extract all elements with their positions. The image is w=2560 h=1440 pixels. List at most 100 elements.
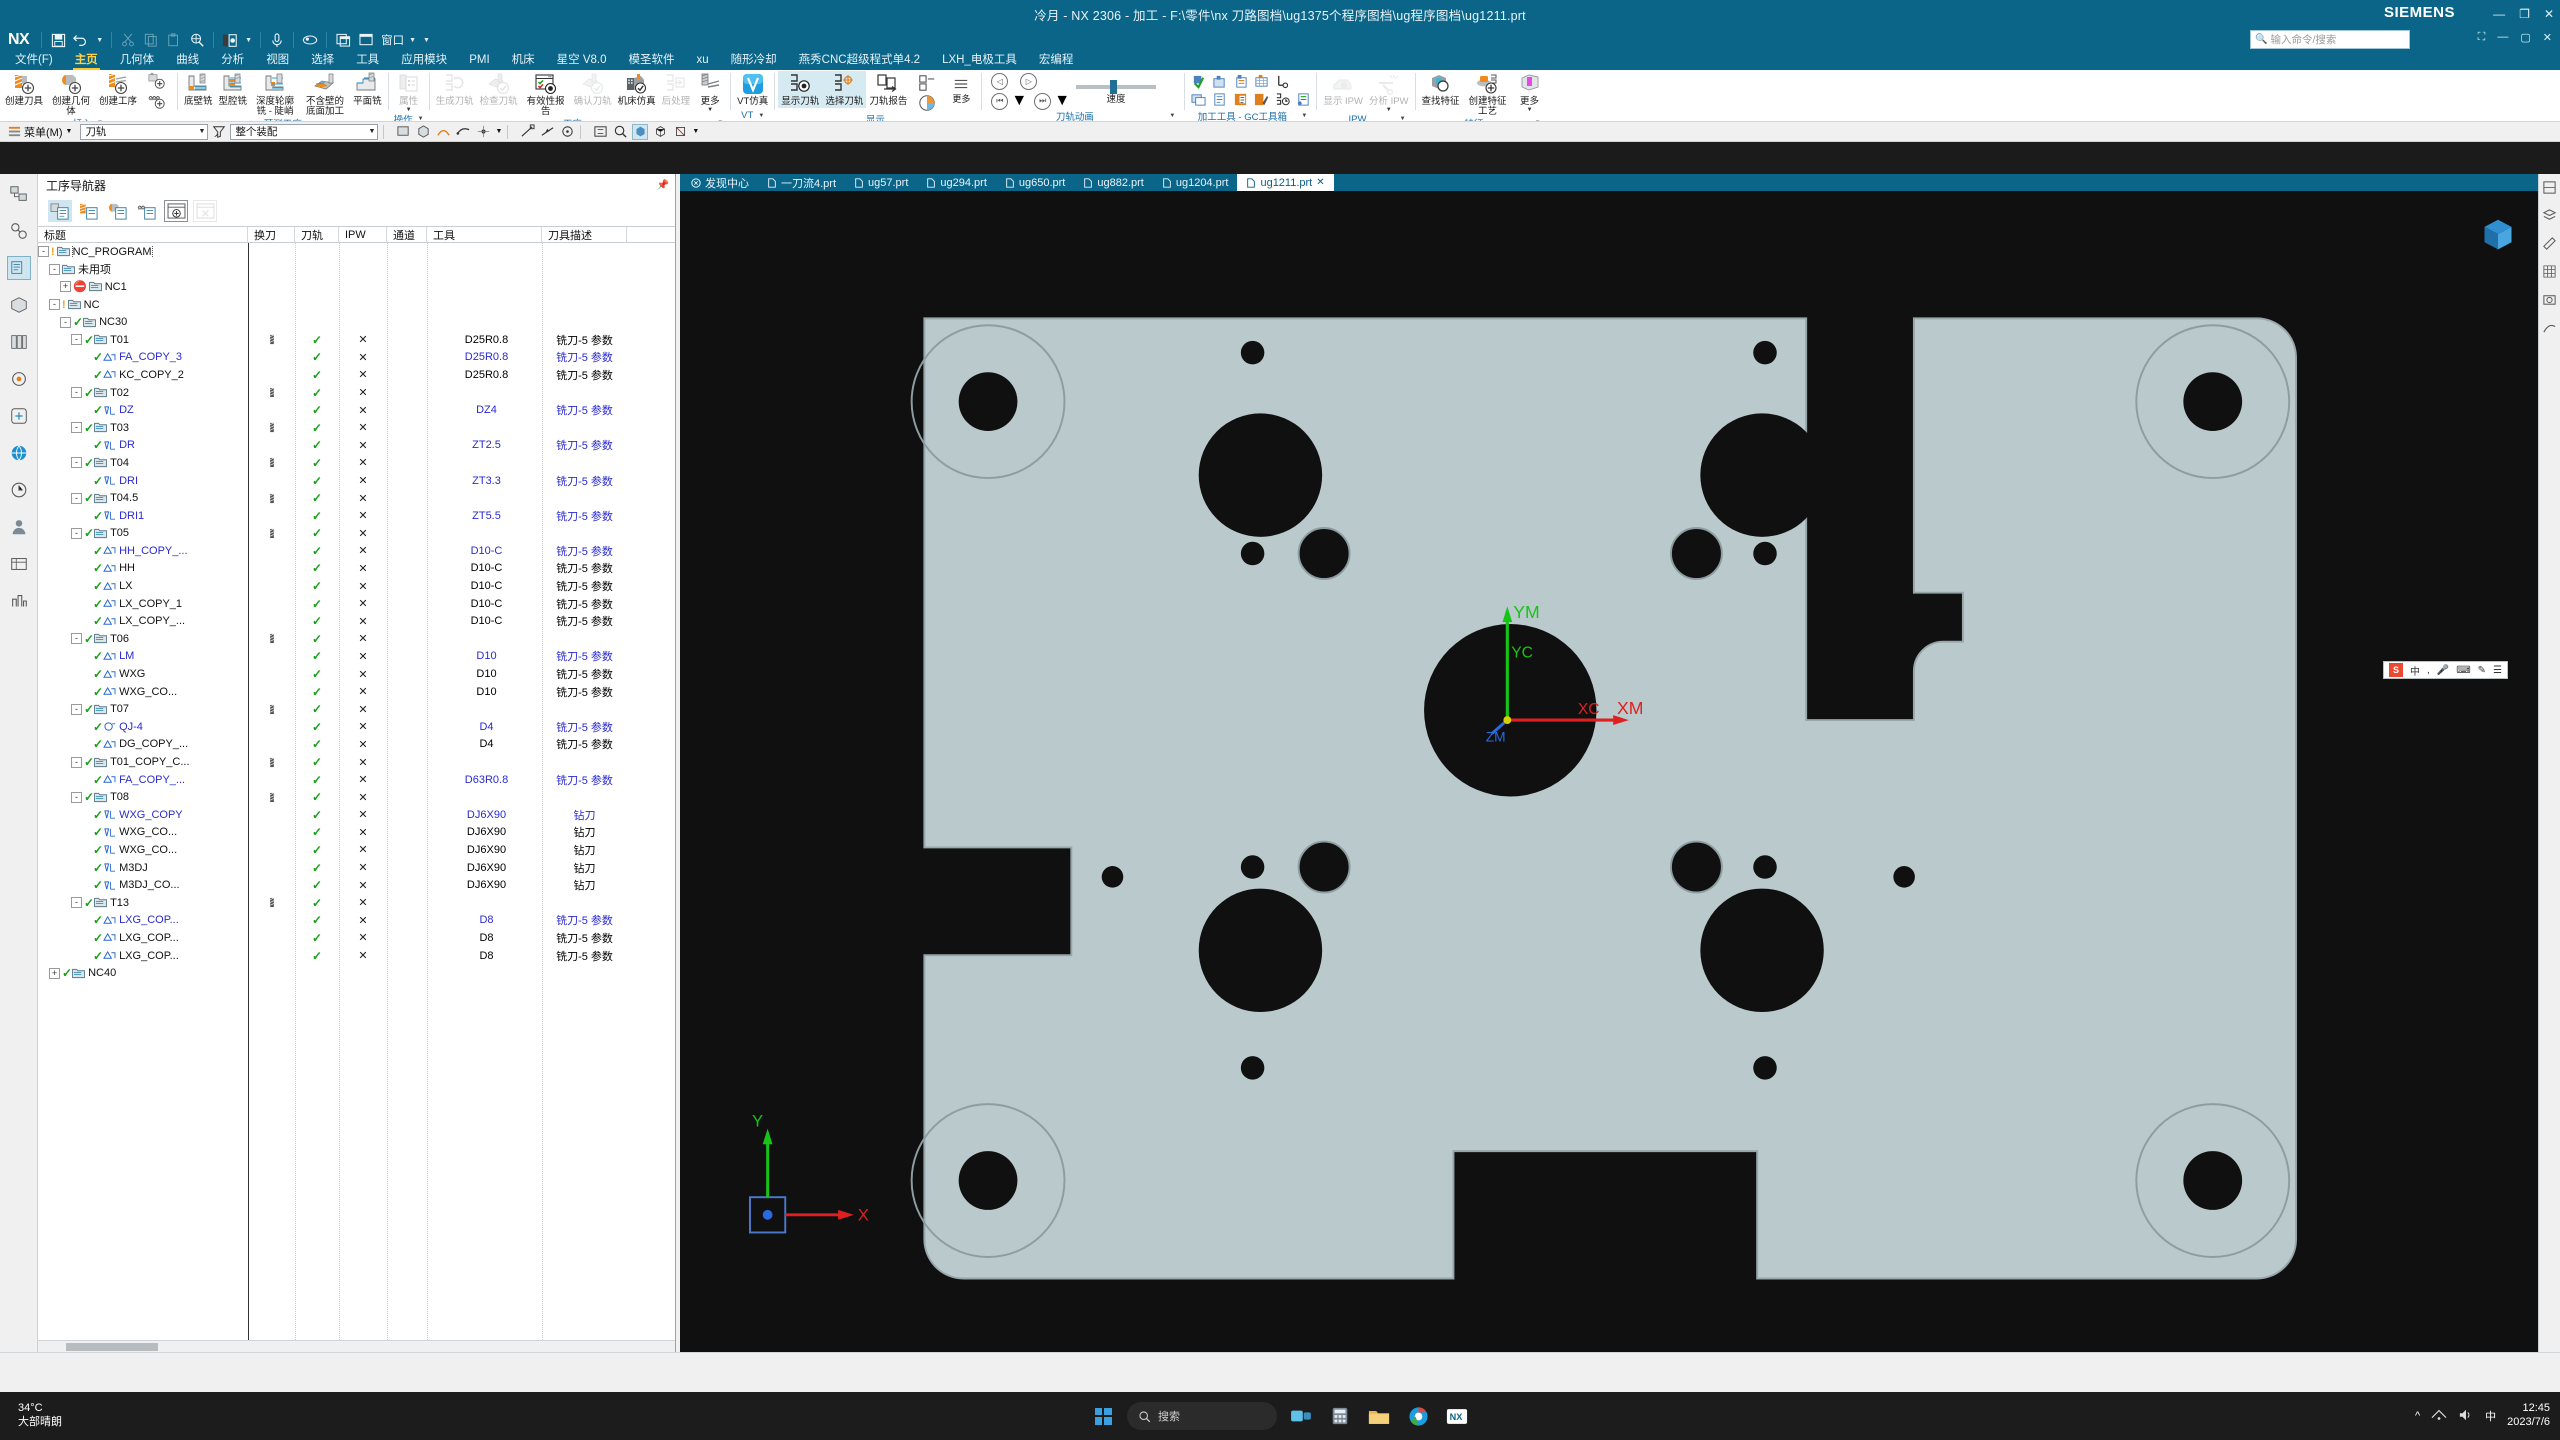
floor-wall-mill-button[interactable]: 底壁铣 (181, 71, 216, 108)
filter-icon[interactable] (211, 124, 227, 140)
tree-row-title[interactable]: ✓ DRI1 (38, 509, 248, 523)
tree-row-title[interactable]: ✓ DR (38, 438, 248, 452)
show-ipw-button[interactable]: 显示 IPW (1320, 71, 1366, 108)
tool-edit-icon[interactable] (1233, 74, 1248, 89)
table-row[interactable]: ✓ LM ✓ ✕ D10 铣刀-5 参数 (38, 648, 675, 666)
find-feature-button[interactable]: 查找特征 (1419, 71, 1463, 108)
weather-widget[interactable]: 34°C 大部晴朗 (0, 1402, 150, 1430)
table-row[interactable]: - ✓ T04 ✓ ✕ (38, 454, 675, 472)
tree-expander[interactable]: - (71, 633, 82, 645)
table-row[interactable]: ✓ WXG_CO... ✓ ✕ D10 铣刀-5 参数 (38, 683, 675, 701)
snap-endpoint-icon[interactable] (519, 124, 535, 140)
touch-icon[interactable] (300, 30, 320, 50)
validity-report-button[interactable]: 有效性报告 (521, 71, 571, 118)
ime-tray-icon[interactable]: 中 (2485, 1408, 2496, 1424)
table-row[interactable]: - ✓ T06 ✓ ✕ (38, 630, 675, 648)
window-tile-icon[interactable] (333, 30, 353, 50)
tree-expander[interactable]: - (71, 492, 82, 504)
machining-feature-icon[interactable] (7, 367, 31, 391)
file-explorer-button[interactable] (1364, 1401, 1394, 1431)
tree-expander[interactable]: - (71, 756, 82, 768)
zoom-icon[interactable] (612, 124, 628, 140)
tree-row-title[interactable]: ✓ LX_COPY_... (38, 614, 248, 628)
selection-filter-combo[interactable]: 刀轨 ▼ (80, 123, 209, 140)
fit-view-icon[interactable] (187, 30, 207, 50)
close-window-button[interactable] (193, 200, 217, 222)
tree-row-title[interactable]: ✓ M3DJ_CO... (38, 878, 248, 892)
chevron-down-icon[interactable]: ▼ (1011, 92, 1027, 110)
ribbon-tab-16[interactable]: LXH_电极工具 (931, 52, 1028, 70)
ime-punctuation-icon[interactable]: , (2427, 665, 2430, 676)
timer-icon[interactable] (1275, 92, 1290, 107)
chevron-down-icon[interactable]: ▼ (193, 128, 206, 135)
tool-check-icon[interactable] (1191, 74, 1206, 89)
chevron-down-icon[interactable]: ▼ (1301, 113, 1307, 119)
web-browser-icon[interactable] (7, 441, 31, 465)
table-row[interactable]: ✓ DRI1 ✓ ✕ ZT5.5 铣刀-5 参数 (38, 507, 675, 525)
table-row[interactable]: ✓ QJ-4 ✓ ✕ D4 铣刀-5 参数 (38, 718, 675, 736)
tree-row-title[interactable]: - ✓ T01 (38, 333, 248, 347)
orange-pen-icon[interactable] (1254, 92, 1269, 107)
machine-tool-view-button[interactable] (77, 200, 101, 222)
select-point-icon[interactable] (475, 124, 491, 140)
tree-row-title[interactable]: - ✓ T05 (38, 526, 248, 540)
tree-expander[interactable]: - (49, 299, 60, 311)
close-icon[interactable]: ✕ (2543, 31, 2552, 44)
tree-column-header-6[interactable]: 刀具描述 (542, 227, 627, 242)
tree-row-title[interactable]: ✓ FA_COPY_3 (38, 350, 248, 364)
tool-export-icon[interactable] (1212, 74, 1227, 89)
ime-pen-icon[interactable]: ✎ (2478, 665, 2486, 676)
feature-more-button[interactable]: 更多 ▼ (1513, 71, 1547, 114)
table-row[interactable]: ✓ HH ✓ ✕ D10-C 铣刀-5 参数 (38, 560, 675, 578)
document-tab-6[interactable]: ug1204.prt (1153, 174, 1238, 191)
tree-expander[interactable]: - (71, 457, 82, 469)
table-row[interactable]: ✓ DG_COPY_... ✓ ✕ D4 铣刀-5 参数 (38, 736, 675, 754)
chevron-down-icon[interactable]: ▼ (66, 128, 73, 135)
table-row[interactable]: - 未用项 (38, 261, 675, 279)
table-row[interactable]: ✓ LX ✓ ✕ D10-C 铣刀-5 参数 (38, 577, 675, 595)
fit-view-icon[interactable] (592, 124, 608, 140)
tree-row-title[interactable]: - ✓ T03 (38, 421, 248, 435)
table-row[interactable]: - ✓ T04.5 ✓ ✕ (38, 489, 675, 507)
chevron-down-icon[interactable]: ▼ (707, 107, 713, 113)
constraint-navigator-icon[interactable] (7, 219, 31, 243)
viewport[interactable]: YM YC XM XC ZM Y X S 中 , 🎤 ⌨ ✎ ☰ (680, 191, 2560, 1352)
create-operation-button[interactable]: 创建工序 (96, 71, 140, 108)
table-row[interactable]: ✓ KC_COPY_2 ✓ ✕ D25R0.8 铣刀-5 参数 (38, 366, 675, 384)
display-palette-button[interactable] (910, 93, 944, 113)
table-row[interactable]: ✓ WXG_CO... ✓ ✕ DJ6X90 钻刀 (38, 841, 675, 859)
restore-button[interactable]: ❐ (2519, 7, 2530, 21)
close-button[interactable]: ✕ (2544, 7, 2554, 21)
part-model[interactable]: YM YC XM XC ZM Y X (680, 191, 2560, 1352)
chevron-down-icon[interactable]: ▼ (717, 120, 723, 121)
ime-voice-icon[interactable]: 🎤 (2437, 665, 2449, 676)
snapshot-icon[interactable] (2542, 292, 2558, 308)
vt-simulation-button[interactable]: VT仿真 (734, 71, 771, 108)
tree-row-title[interactable]: ✓ FA_COPY_... (38, 773, 248, 787)
tree-row-title[interactable]: - 未用项 (38, 261, 248, 277)
chevron-down-icon[interactable]: ▼ (495, 128, 502, 135)
ribbon-tab-1[interactable]: 主页 (64, 52, 109, 70)
table-row[interactable]: -! NC (38, 296, 675, 314)
tree-row-title[interactable]: ✓ DG_COPY_... (38, 737, 248, 751)
tree-column-header-3[interactable]: IPW (339, 227, 387, 242)
clock[interactable]: 12:45 2023/7/6 (2507, 1402, 2550, 1430)
forward-end-button[interactable]: ⏭ (1034, 92, 1052, 110)
table-row[interactable]: + ✓ NC40 (38, 964, 675, 982)
tree-expander[interactable]: - (71, 703, 82, 715)
table-row[interactable]: ✓ DRI ✓ ✕ ZT3.3 铣刀-5 参数 (38, 472, 675, 490)
ribbon-tab-12[interactable]: 模圣软件 (618, 52, 686, 70)
ribbon-tab-8[interactable]: 应用模块 (390, 52, 458, 70)
scrollbar-thumb[interactable] (66, 1343, 158, 1351)
machine-simulation-button[interactable]: 机床仿真 (615, 71, 659, 108)
ribbon-tab-15[interactable]: 燕秀CNC超级程式单4.2 (788, 52, 931, 70)
ime-mode-label[interactable]: 中 (2410, 663, 2420, 678)
table-row[interactable]: + ⛔ NC1 (38, 278, 675, 296)
table-row[interactable]: - ✓ T02 ✓ ✕ (38, 384, 675, 402)
tree-row-title[interactable]: -! NC (38, 299, 248, 311)
ribbon-tab-17[interactable]: 宏编程 (1028, 52, 1085, 70)
document-tab-4[interactable]: ug650.prt (996, 174, 1074, 191)
window-menu-label[interactable]: 窗口 (379, 32, 404, 48)
create-method-button[interactable] (140, 91, 174, 111)
tree-expander[interactable]: - (71, 791, 82, 803)
